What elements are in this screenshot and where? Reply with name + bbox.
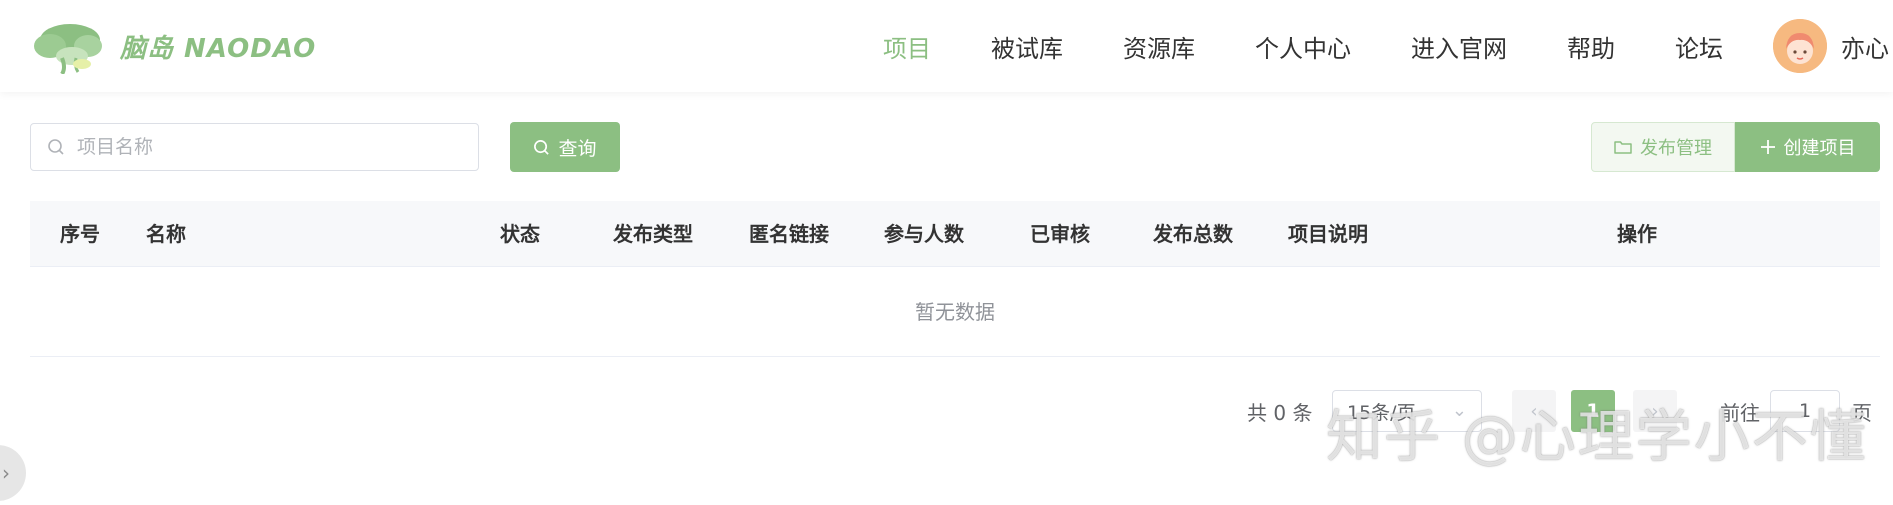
project-name-input[interactable] bbox=[77, 136, 457, 158]
column-header-publish-type[interactable]: 发布类型 bbox=[613, 201, 693, 267]
column-header-index[interactable]: 序号 bbox=[60, 201, 100, 267]
column-header-anonymous-link[interactable]: 匿名链接 bbox=[749, 201, 829, 267]
nav-item-official-site[interactable]: 进入官网 bbox=[1411, 29, 1507, 64]
column-header-name[interactable]: 名称 bbox=[146, 201, 186, 267]
project-search-box[interactable] bbox=[30, 123, 479, 171]
nav-item-personal-center[interactable]: 个人中心 bbox=[1255, 29, 1351, 64]
create-project-button[interactable]: 创建项目 bbox=[1735, 122, 1880, 172]
side-drawer-handle[interactable]: › bbox=[0, 445, 26, 501]
chevron-right-icon: › bbox=[2, 461, 10, 485]
plus-icon bbox=[1760, 140, 1775, 154]
search-icon bbox=[534, 139, 550, 155]
column-header-total-published[interactable]: 发布总数 bbox=[1153, 201, 1233, 267]
nav-item-participant-pool[interactable]: 被试库 bbox=[991, 29, 1063, 64]
query-button-label: 查询 bbox=[558, 137, 597, 160]
column-header-description[interactable]: 项目说明 bbox=[1288, 201, 1368, 267]
top-header: 脑岛 NAODAO 项目 被试库 资源库 个人中心 进入官网 帮助 论坛 亦心 bbox=[0, 0, 1893, 92]
watermark: 知乎 @心理学小不懂 bbox=[1326, 405, 1868, 470]
column-header-actions[interactable]: 操作 bbox=[1617, 201, 1657, 267]
user-name: 亦心 bbox=[1841, 34, 1889, 63]
main-nav: 项目 被试库 资源库 个人中心 进入官网 帮助 论坛 bbox=[823, 0, 1723, 92]
logo[interactable]: 脑岛 NAODAO bbox=[32, 18, 316, 74]
brain-island-logo-icon bbox=[34, 24, 102, 74]
pagination-total: 共 0 条 bbox=[1247, 401, 1313, 425]
nav-item-projects[interactable]: 项目 bbox=[883, 29, 931, 64]
user-menu[interactable]: 亦心 bbox=[1773, 19, 1889, 73]
publish-management-label: 发布管理 bbox=[1640, 138, 1712, 159]
avatar[interactable] bbox=[1773, 19, 1827, 73]
nav-item-forum[interactable]: 论坛 bbox=[1675, 29, 1723, 64]
column-header-participants[interactable]: 参与人数 bbox=[884, 201, 964, 267]
column-header-status[interactable]: 状态 bbox=[500, 201, 540, 267]
table-header: 序号 名称 状态 发布类型 匿名链接 参与人数 已审核 发布总数 项目说明 操作 bbox=[30, 201, 1880, 267]
column-header-reviewed[interactable]: 已审核 bbox=[1030, 201, 1090, 267]
create-project-label: 创建项目 bbox=[1783, 138, 1856, 159]
query-button[interactable]: 查询 bbox=[510, 122, 620, 172]
search-icon bbox=[48, 139, 64, 155]
publish-management-button[interactable]: 发布管理 bbox=[1591, 122, 1735, 172]
nav-item-resources[interactable]: 资源库 bbox=[1123, 29, 1195, 64]
folder-icon bbox=[1614, 141, 1632, 154]
empty-table-message: 暂无数据 bbox=[30, 267, 1880, 357]
avatar-face-icon bbox=[1773, 19, 1827, 73]
nav-item-help[interactable]: 帮助 bbox=[1567, 29, 1615, 64]
logo-text: 脑岛 NAODAO bbox=[120, 33, 317, 64]
